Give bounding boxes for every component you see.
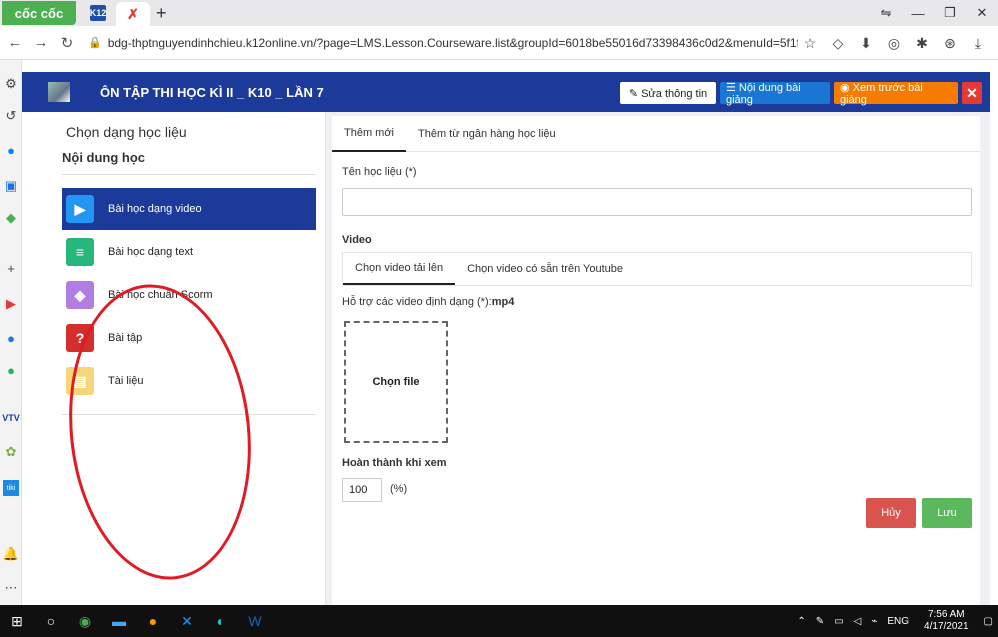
format-hint-text: Hỗ trợ các video định dạng (*): [342, 296, 492, 308]
back-icon[interactable]: ← [4, 34, 26, 51]
url-field[interactable]: bdg-thptnguyendinhchieu.k12online.vn/?pa… [108, 36, 798, 50]
vscode-icon[interactable]: ✕ [170, 605, 204, 637]
zalo-icon[interactable]: ▣ [3, 178, 19, 194]
notification-bell-icon[interactable]: 🔔 [3, 546, 19, 562]
tab-from-bank[interactable]: Thêm từ ngân hàng học liệu [406, 116, 568, 152]
tab-youtube-video[interactable]: Chọn video có sẵn trên Youtube [455, 253, 635, 285]
restore-button[interactable]: ❐ [934, 5, 966, 21]
name-input[interactable] [342, 188, 972, 216]
battery-icon[interactable]: ▭ [834, 616, 843, 627]
material-item-label: Bài học dạng video [108, 203, 202, 215]
panel-subtitle: Nội dung học [62, 150, 146, 165]
language-indicator[interactable]: ENG [887, 616, 909, 627]
play-icon: ▶ [66, 195, 94, 223]
more-icon[interactable]: ⋯ [3, 580, 19, 596]
spotify-icon[interactable]: ● [3, 362, 19, 378]
tab-upload-video[interactable]: Chọn video tải lên [343, 253, 456, 285]
coccoc-taskbar-icon[interactable]: ◉ [68, 605, 102, 637]
account-icon[interactable]: ⊛ [936, 35, 964, 52]
material-item-text[interactable]: ≡ Bài học dạng text [62, 231, 316, 273]
coccoc-logo[interactable]: cốc cốc [2, 1, 76, 25]
tab-active[interactable]: ✗ [116, 2, 150, 26]
forward-icon[interactable]: → [30, 34, 52, 51]
tab-search-icon[interactable]: ⇋ [870, 5, 902, 21]
percent-unit: (%) [390, 483, 408, 495]
network-icon[interactable]: ⌁ [871, 616, 877, 627]
shield-icon[interactable]: ◇ [824, 35, 852, 52]
chevron-up-icon[interactable]: ⌃ [797, 616, 805, 627]
clock-time: 7:56 AM [927, 609, 965, 620]
extension-icon[interactable]: ◎ [880, 35, 908, 52]
system-tray: ⌃ ✎ ▭ ◁ ⌁ ENG 7:56 AM 4/17/2021 ▢ [792, 605, 998, 637]
complete-label: Hoàn thành khi xem [342, 457, 447, 469]
edit-info-button[interactable]: ✎ Sửa thông tin [620, 82, 716, 104]
lock-icon[interactable]: 🔒 [88, 36, 102, 49]
file-explorer-icon[interactable]: ▬ [102, 605, 136, 637]
preview-lesson-button[interactable]: ◉ Xem trước bài giảng [834, 82, 958, 106]
name-field-label: Tên học liệu (*) [342, 166, 417, 178]
download-arrow-icon[interactable]: ⬇ [852, 35, 880, 52]
vtv-icon[interactable]: VTV [2, 410, 20, 426]
divider [62, 174, 316, 175]
material-item-video[interactable]: ▶ Bài học dạng video [62, 188, 316, 230]
bookmark-star-icon[interactable]: ☆ [796, 35, 824, 52]
format-hint-value: mp4 [491, 296, 515, 308]
add-icon[interactable]: + [3, 260, 19, 276]
cancel-button[interactable]: Hủy [866, 498, 916, 528]
tab-add-new[interactable]: Thêm mới [332, 116, 406, 152]
history-icon[interactable]: ↺ [3, 108, 19, 124]
tab-k12[interactable]: K12 [90, 5, 106, 21]
form-tabs: Thêm mới Thêm từ ngân hàng học liệu [332, 116, 980, 152]
clock[interactable]: 7:56 AM 4/17/2021 [919, 609, 974, 633]
completion-percent-input[interactable]: 100 [342, 478, 382, 502]
windows-taskbar: ⊞ ○ ◉ ▬ ● ✕ ◐ W ⌃ ✎ ▭ ◁ ⌁ ENG 7:56 AM 4/… [0, 605, 998, 637]
pen-icon[interactable]: ✎ [816, 616, 824, 627]
panel-title: Chọn dạng học liệu [66, 124, 187, 140]
search-icon[interactable]: ○ [34, 605, 68, 637]
tiki-icon[interactable]: tiki [3, 480, 19, 496]
format-hint: Hỗ trợ các video định dạng (*):mp4 [342, 296, 514, 308]
course-thumbnail [48, 82, 70, 102]
minimize-button[interactable]: — [902, 6, 934, 21]
game-icon[interactable]: ◆ [3, 210, 19, 226]
facebook-icon[interactable]: ● [3, 330, 19, 346]
main-content: Chọn dạng học liệu Nội dung học ▶ Bài họ… [22, 112, 990, 605]
app-header: ÔN TẬP THI HỌC KÌ II _ K10 _ LẦN 7 ✎ Sửa… [22, 72, 990, 112]
puzzle-icon[interactable]: ✱ [908, 35, 936, 52]
settings-gear-icon[interactable]: ⚙ [3, 76, 19, 92]
address-bar-icons: ☆ ◇ ⬇ ◎ ✱ ⊛ ⤓ [796, 26, 992, 60]
messenger-icon[interactable]: ● [3, 142, 19, 158]
edge-icon[interactable]: ◐ [204, 605, 238, 637]
browser-titlebar: cốc cốc K12 ✗ + ⇋ — ❐ ✕ [0, 0, 998, 26]
material-form: Thêm mới Thêm từ ngân hàng học liệu Tên … [332, 116, 980, 605]
plant-icon[interactable]: ✿ [3, 444, 19, 460]
save-button[interactable]: Lưu [922, 498, 972, 528]
browser-sidebar: ⚙ ↺ ● ▣ ◆ + ▶ ● ● VTV ✿ tiki 🔔 ⋯ [0, 60, 22, 605]
word-icon[interactable]: W [238, 605, 272, 637]
close-icon[interactable]: ✕ [962, 82, 982, 104]
youtube-icon[interactable]: ▶ [3, 296, 19, 312]
video-section-label: Video [342, 234, 372, 246]
material-item-label: Bài học dạng text [108, 246, 194, 258]
windows-start-icon[interactable]: ⊞ [0, 605, 34, 637]
downloads-icon[interactable]: ⤓ [964, 35, 992, 52]
close-window-button[interactable]: ✕ [966, 5, 998, 21]
reload-icon[interactable]: ↻ [56, 34, 78, 52]
notification-icon[interactable]: ▢ [984, 616, 993, 627]
choose-file-dropzone[interactable]: Chọn file [344, 321, 448, 443]
page-title: ÔN TẬP THI HỌC KÌ II _ K10 _ LẦN 7 [100, 84, 324, 100]
lesson-content-button[interactable]: ☰ Nội dung bài giảng [720, 82, 830, 106]
new-tab-button[interactable]: + [156, 3, 167, 24]
text-lines-icon: ≡ [66, 238, 94, 266]
address-bar: ← → ↻ 🔒 bdg-thptnguyendinhchieu.k12onlin… [0, 26, 998, 60]
chrome-icon[interactable]: ● [136, 605, 170, 637]
layers-icon: ◈ [66, 281, 94, 309]
video-source-tabs: Chọn video tải lên Chọn video có sẵn trê… [342, 252, 972, 286]
clock-date: 4/17/2021 [924, 621, 969, 632]
volume-icon[interactable]: ◁ [854, 616, 862, 627]
window-controls: ⇋ — ❐ ✕ [870, 0, 998, 26]
